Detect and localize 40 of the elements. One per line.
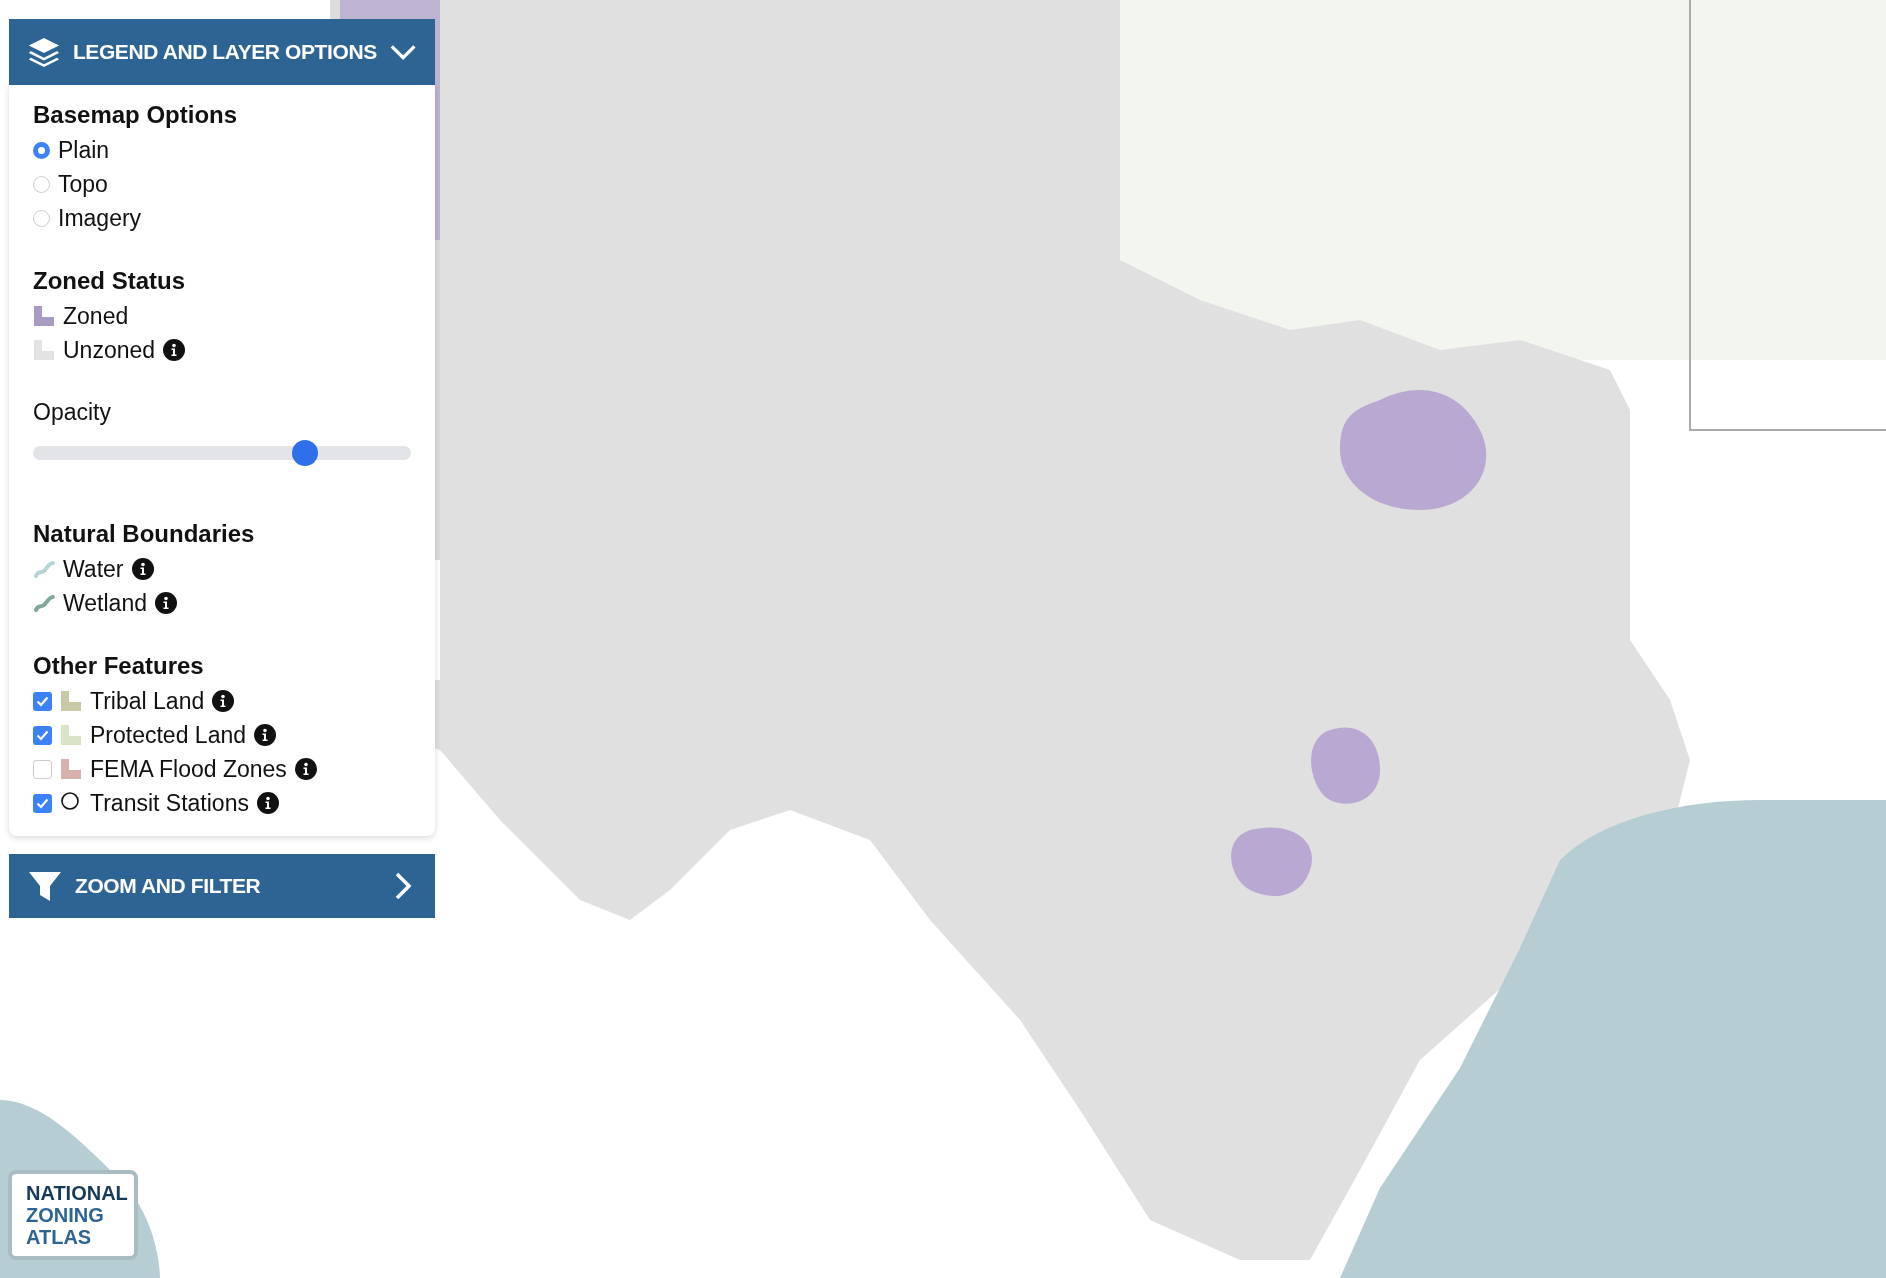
- slider-thumb[interactable]: [292, 440, 319, 466]
- logo-text: ATLAS: [26, 1226, 93, 1248]
- legend-header[interactable]: LEGEND AND LAYER OPTIONS: [9, 19, 435, 85]
- logo-text: NATIONAL: [26, 1182, 129, 1204]
- legend-label: Tribal Land: [90, 687, 205, 715]
- legend-label: Wetland: [63, 589, 147, 617]
- legend-label: FEMA Flood Zones: [90, 755, 287, 783]
- option-label: Imagery: [58, 204, 142, 232]
- info-icon[interactable]: [212, 690, 235, 712]
- info-icon[interactable]: [254, 724, 276, 746]
- slider-label: Opacity: [33, 399, 112, 426]
- checkbox[interactable]: [33, 759, 52, 779]
- section-heading: Basemap Options: [33, 101, 239, 129]
- radio-button[interactable]: [33, 209, 50, 227]
- zoom-filter-header[interactable]: ZOOM AND FILTER: [9, 854, 435, 918]
- legend-label: Protected Land: [90, 721, 246, 749]
- section-heading: Zoned Status: [33, 267, 186, 295]
- radio-button[interactable]: [33, 175, 50, 193]
- legend-label: Unzoned: [63, 336, 156, 364]
- legend-label: Water: [63, 555, 124, 583]
- legend-label: Transit Stations: [90, 789, 249, 817]
- filter-icon: [27, 869, 63, 903]
- legend-label: Zoned: [63, 302, 129, 330]
- opacity-slider[interactable]: [33, 440, 411, 466]
- checkbox[interactable]: [33, 793, 52, 813]
- layers-icon: [27, 35, 61, 69]
- option-label: Topo: [58, 170, 108, 198]
- info-icon[interactable]: [256, 792, 279, 814]
- section-heading: Natural Boundaries: [33, 520, 256, 548]
- checkbox[interactable]: [33, 725, 52, 745]
- radio-button[interactable]: [33, 141, 50, 159]
- info-icon[interactable]: [154, 592, 177, 614]
- logo-text: ZONING: [26, 1204, 105, 1226]
- checkbox[interactable]: [33, 691, 52, 711]
- chevron-icon: [388, 42, 417, 62]
- section-heading: Other Features: [33, 652, 205, 680]
- info-icon[interactable]: [294, 758, 317, 780]
- info-icon[interactable]: [131, 558, 154, 580]
- option-label: Plain: [58, 136, 110, 164]
- info-icon[interactable]: [163, 339, 186, 361]
